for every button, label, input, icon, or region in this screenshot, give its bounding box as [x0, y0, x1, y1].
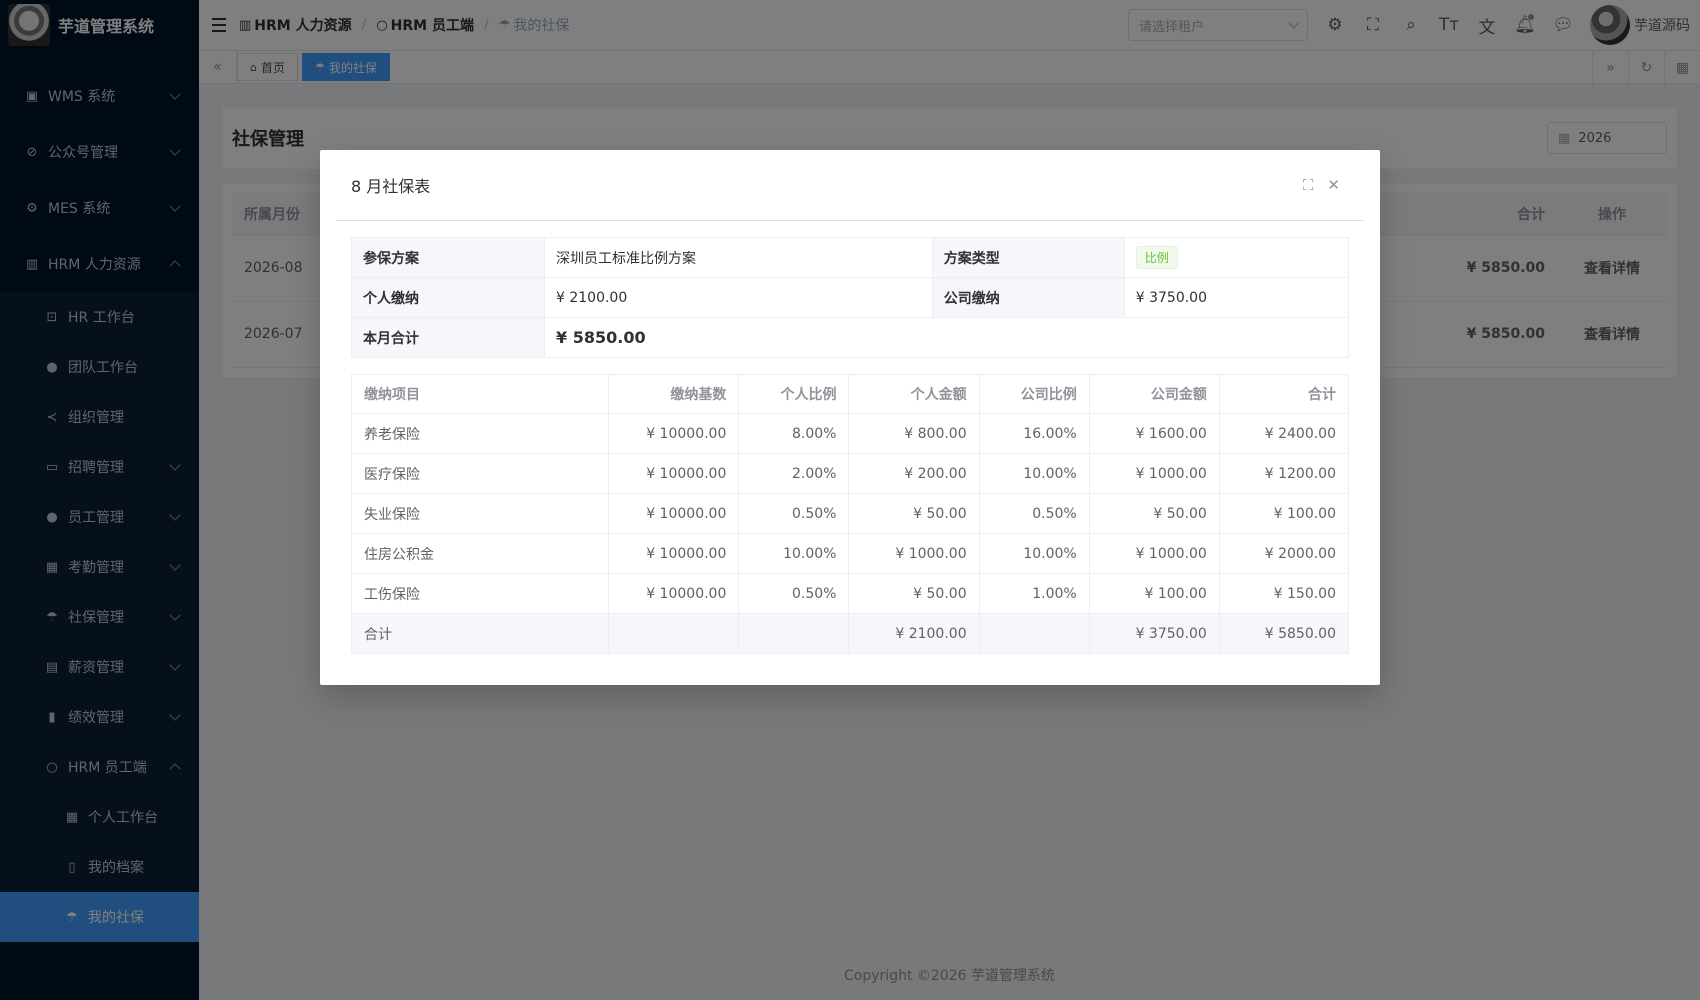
detail-cell: 10.00%: [978, 453, 1090, 494]
monthly-total-label: 本月合计: [351, 317, 545, 358]
detail-cell: 医疗保险: [350, 453, 610, 494]
detail-cell: ¥ 10000.00: [608, 573, 740, 614]
table-row: 住房公积金 ¥ 10000.00 10.00% ¥ 1000.00 10.00% ¥ 10…: [350, 533, 1350, 574]
detail-column-header: 公司比例: [978, 374, 1090, 414]
monthly-total-value: ¥ 5850.00: [544, 317, 1349, 358]
detail-column-header: 个人金额: [848, 374, 980, 414]
detail-cell: 养老保险: [350, 413, 610, 454]
detail-cell: ¥ 1200.00: [1218, 453, 1350, 494]
detail-cell: ¥ 10000.00: [608, 493, 740, 534]
detail-cell: 失业保险: [350, 493, 610, 534]
detail-cell: ¥ 2400.00: [1218, 413, 1350, 454]
type-cell: 比例: [1123, 237, 1350, 278]
detail-cell: ¥ 10000.00: [608, 533, 740, 574]
detail-cell: ¥ 100.00: [1088, 573, 1220, 614]
table-row: 工伤保险 ¥ 10000.00 0.50% ¥ 50.00 1.00% ¥ 100.00 ¥…: [350, 573, 1350, 614]
detail-column-header: 缴纳项目: [350, 374, 610, 414]
personal-value: ¥ 2100.00: [544, 277, 933, 318]
detail-cell: ¥ 100.00: [1218, 493, 1350, 534]
table-row: 失业保险 ¥ 10000.00 0.50% ¥ 50.00 0.50% ¥ 50.00 ¥ …: [350, 493, 1350, 534]
detail-cell: ¥ 50.00: [848, 573, 980, 614]
detail-cell: 10.00%: [738, 533, 850, 574]
detail-cell: ¥ 2000.00: [1218, 533, 1350, 574]
dialog-actions: ⛶ ✕: [1303, 150, 1340, 220]
detail-cell: 16.00%: [978, 413, 1090, 454]
detail-body: 养老保险 ¥ 10000.00 8.00% ¥ 800.00 16.00% ¥ 1600.…: [350, 413, 1350, 654]
detail-cell: ¥ 50.00: [848, 493, 980, 534]
type-tag: 比例: [1135, 246, 1178, 269]
company-label: 公司缴纳: [931, 277, 1125, 318]
table-row: 医疗保险 ¥ 10000.00 2.00% ¥ 200.00 10.00% ¥ 1000.…: [350, 453, 1350, 494]
detail-cell: 2.00%: [738, 453, 850, 494]
company-value: ¥ 3750.00: [1123, 277, 1350, 318]
detail-column-header: 缴纳基数: [608, 374, 740, 414]
detail-cell: ¥ 1000.00: [1088, 453, 1220, 494]
detail-cell: 0.50%: [978, 493, 1090, 534]
detail-cell: ¥ 150.00: [1218, 573, 1350, 614]
detail-cell: 8.00%: [738, 413, 850, 454]
social-security-dialog: 8 月社保表 ⛶ ✕ 参保方案 深圳员工标准比例方案 方案类型 比例 个人缴纳 …: [320, 150, 1380, 685]
detail-cell: 住房公积金: [350, 533, 610, 574]
detail-column-header: 个人比例: [738, 374, 850, 414]
detail-sum-cell: [608, 613, 740, 654]
summary-row: 参保方案 深圳员工标准比例方案 方案类型 比例: [351, 237, 1350, 278]
dialog-title: 8 月社保表: [351, 177, 431, 196]
detail-cell: ¥ 1000.00: [1088, 533, 1220, 574]
detail-sum-cell: ¥ 5850.00: [1218, 613, 1350, 654]
detail-cell: ¥ 1000.00: [848, 533, 980, 574]
plan-label: 参保方案: [351, 237, 545, 278]
detail-cell: ¥ 50.00: [1088, 493, 1220, 534]
detail-cell: ¥ 800.00: [848, 413, 980, 454]
detail-column-header: 合计: [1218, 374, 1350, 414]
plan-value: 深圳员工标准比例方案: [544, 237, 933, 278]
personal-label: 个人缴纳: [351, 277, 545, 318]
detail-cell: 0.50%: [738, 573, 850, 614]
table-row: 养老保险 ¥ 10000.00 8.00% ¥ 800.00 16.00% ¥ 1600.…: [350, 413, 1350, 454]
detail-cell: 1.00%: [978, 573, 1090, 614]
detail-column-header: 公司金额: [1088, 374, 1220, 414]
detail-sum-row: 合计 ¥ 2100.00 ¥ 3750.00 ¥ 5850.00: [350, 613, 1350, 654]
detail-header-row: 缴纳项目 缴纳基数 个人比例 个人金额 公司比例 公司金额 合计: [350, 374, 1350, 414]
type-label: 方案类型: [931, 237, 1125, 278]
detail-cell: ¥ 10000.00: [608, 413, 740, 454]
summary-table: 参保方案 深圳员工标准比例方案 方案类型 比例 个人缴纳 ¥ 2100.00 公…: [351, 237, 1350, 358]
detail-cell: ¥ 10000.00: [608, 453, 740, 494]
detail-sum-cell: ¥ 2100.00: [848, 613, 980, 654]
summary-row: 本月合计 ¥ 5850.00: [351, 317, 1349, 358]
summary-row: 个人缴纳 ¥ 2100.00 公司缴纳 ¥ 3750.00: [351, 277, 1350, 318]
detail-cell: 10.00%: [978, 533, 1090, 574]
fullscreen-icon[interactable]: ⛶: [1303, 176, 1314, 194]
detail-cell: ¥ 1600.00: [1088, 413, 1220, 454]
detail-sum-cell: [738, 613, 850, 654]
detail-sum-cell: 合计: [350, 613, 610, 654]
detail-cell: 工伤保险: [350, 573, 610, 614]
detail-table: 缴纳项目 缴纳基数 个人比例 个人金额 公司比例 公司金额 合计 养老保险 ¥ 10000.0…: [350, 374, 1350, 654]
close-icon[interactable]: ✕: [1327, 176, 1340, 194]
detail-sum-cell: [978, 613, 1090, 654]
detail-sum-cell: ¥ 3750.00: [1088, 613, 1220, 654]
detail-cell: 0.50%: [738, 493, 850, 534]
dialog-header: 8 月社保表 ⛶ ✕: [320, 150, 1380, 220]
detail-cell: ¥ 200.00: [848, 453, 980, 494]
dialog-body: 参保方案 深圳员工标准比例方案 方案类型 比例 个人缴纳 ¥ 2100.00 公…: [320, 221, 1380, 670]
